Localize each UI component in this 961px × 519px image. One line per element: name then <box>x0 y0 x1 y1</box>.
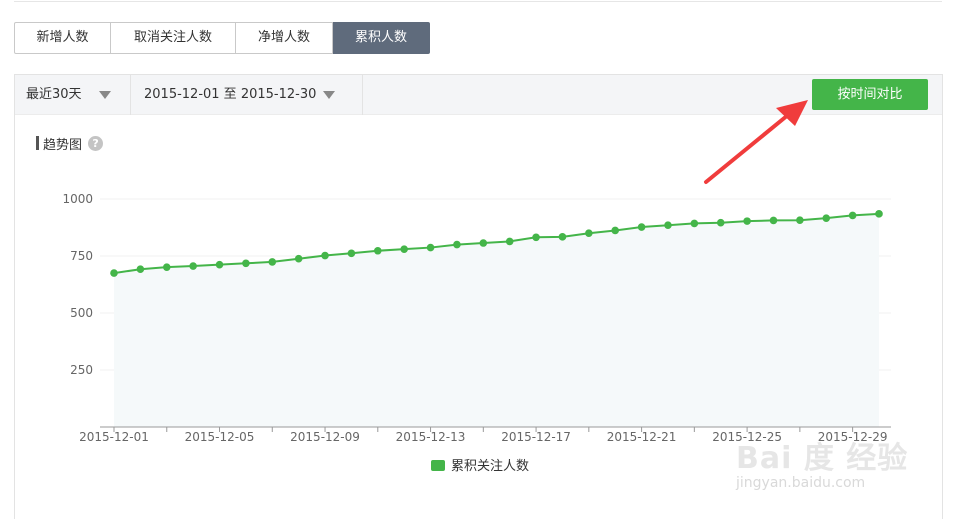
series-area <box>114 213 879 427</box>
data-point-2015-12-18 <box>558 233 567 241</box>
data-point-2015-12-20 <box>611 226 620 235</box>
data-point-2015-12-23 <box>690 219 699 228</box>
data-point-2015-12-04 <box>189 262 197 270</box>
data-point-2015-12-05 <box>215 260 224 269</box>
data-point-2015-12-24 <box>716 218 725 227</box>
x-tick-label-2015-12-13: 2015-12-13 <box>396 430 466 444</box>
data-point-2015-12-02 <box>136 265 145 274</box>
data-point-2015-12-15 <box>479 239 488 247</box>
data-point-2015-12-12 <box>400 245 408 253</box>
data-point-2015-12-09 <box>321 251 329 260</box>
x-tick-label-2015-12-29: 2015-12-29 <box>818 430 888 444</box>
data-point-2015-12-01 <box>110 269 118 277</box>
x-tick-label-2015-12-25: 2015-12-25 <box>712 430 782 444</box>
data-point-2015-12-25 <box>743 217 751 225</box>
x-tick-label-2015-12-05: 2015-12-05 <box>185 430 255 444</box>
data-point-2015-12-29 <box>848 211 857 220</box>
y-tick-label-250: 250 <box>70 363 93 377</box>
data-point-2015-12-26 <box>769 216 778 225</box>
data-point-2015-12-19 <box>585 229 593 237</box>
data-point-2015-12-16 <box>505 237 514 246</box>
y-tick-label-500: 500 <box>70 306 93 320</box>
data-point-2015-12-28 <box>822 214 831 222</box>
x-tick-label-2015-12-09: 2015-12-09 <box>290 430 360 444</box>
data-point-2015-12-10 <box>347 249 356 258</box>
data-point-2015-12-07 <box>268 258 277 266</box>
data-point-2015-12-27 <box>796 216 804 225</box>
data-point-2015-12-11 <box>373 246 382 255</box>
data-point-2015-12-06 <box>242 259 250 268</box>
data-point-2015-12-14 <box>453 240 461 249</box>
data-point-2015-12-03 <box>162 263 171 271</box>
y-tick-label-1000: 1000 <box>62 192 93 206</box>
legend-swatch <box>431 460 445 471</box>
data-point-2015-12-21 <box>637 223 646 231</box>
legend-label: 累积关注人数 <box>451 459 529 474</box>
data-point-2015-12-08 <box>294 254 303 263</box>
x-tick-label-2015-12-17: 2015-12-17 <box>501 430 571 444</box>
data-point-2015-12-22 <box>664 221 672 230</box>
data-point-2015-12-17 <box>532 233 540 242</box>
data-point-2015-12-13 <box>426 243 435 252</box>
data-point-2015-12-30 <box>875 210 883 218</box>
x-tick-label-2015-12-01: 2015-12-01 <box>79 430 149 444</box>
trend-chart: 250 500 750 1000 2015-12-01 2015-12-05 2015-12… <box>62 192 891 474</box>
x-tick-label-2015-12-21: 2015-12-21 <box>607 430 677 444</box>
y-tick-label-750: 750 <box>70 249 93 263</box>
